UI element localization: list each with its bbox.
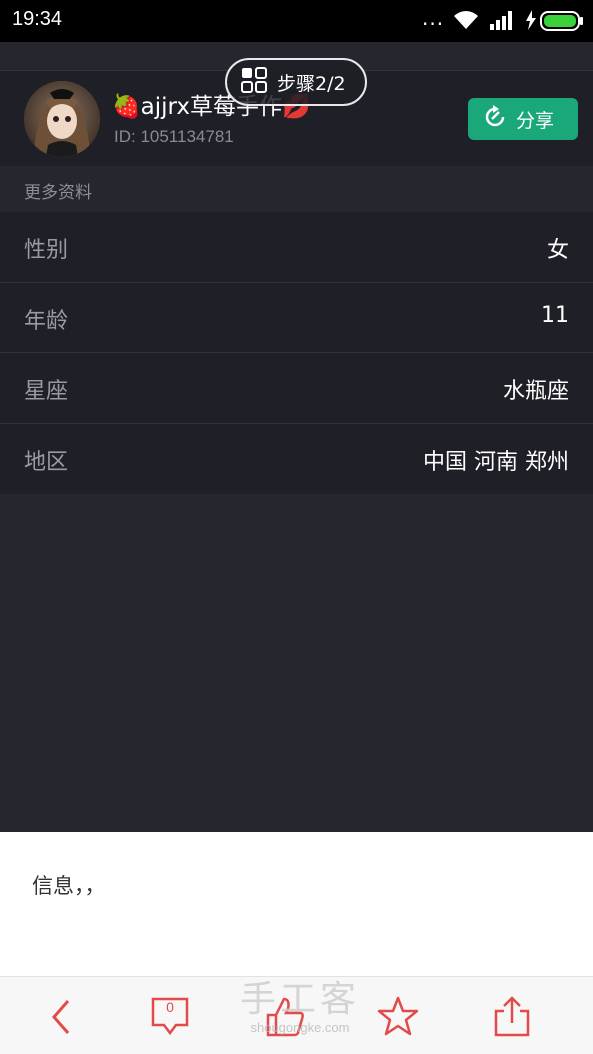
- comment-icon: [150, 997, 194, 1043]
- info-key: 年龄: [24, 308, 69, 334]
- bottom-toolbar: 0: [0, 976, 593, 1054]
- like-icon: [264, 997, 308, 1043]
- info-row-gender: 性别 女: [0, 212, 593, 283]
- grid-icon: [241, 66, 267, 98]
- info-row-age: 年龄 11: [0, 283, 593, 353]
- status-bar: 19:34 ...: [0, 0, 593, 42]
- info-value: 11: [541, 302, 569, 328]
- section-title: 更多资料: [24, 183, 92, 203]
- share-refresh-icon: [482, 104, 508, 135]
- info-list: 性别 女 年龄 11 星座 水瓶座 地区 中国 河南 郑州: [0, 212, 593, 494]
- favorite-icon: [376, 996, 420, 1043]
- comment-button[interactable]: 0: [150, 995, 194, 1039]
- info-value: 中国 河南 郑州: [423, 449, 569, 475]
- message-text: 信息，，: [32, 874, 106, 898]
- info-key: 性别: [24, 238, 69, 263]
- battery-icon: [540, 11, 584, 35]
- back-button[interactable]: [40, 995, 84, 1039]
- share-button[interactable]: 分享: [468, 98, 578, 140]
- like-button[interactable]: [264, 995, 308, 1039]
- share-toolbar-button[interactable]: [490, 995, 534, 1039]
- step-indicator[interactable]: 步骤2/2: [225, 58, 367, 106]
- info-row-zodiac: 星座 水瓶座: [0, 353, 593, 424]
- share-icon: [490, 996, 534, 1043]
- status-time: 19:34: [12, 8, 63, 30]
- profile-user-id: ID: 1051134781: [114, 127, 234, 146]
- message-panel: 信息，，: [0, 832, 593, 976]
- info-value: 女: [546, 238, 569, 263]
- signal-icon: [490, 10, 516, 34]
- share-button-label: 分享: [516, 109, 555, 132]
- avatar[interactable]: [24, 81, 100, 157]
- info-key: 地区: [24, 449, 69, 475]
- info-row-region: 地区 中国 河南 郑州: [0, 424, 593, 495]
- screen: 19:34 ... 🍓ajjrx草莓手作💋 ID: 1051134781 分享 …: [0, 0, 593, 1054]
- step-indicator-label: 步骤2/2: [277, 72, 346, 95]
- info-value: 水瓶座: [502, 379, 569, 404]
- back-icon: [40, 1000, 84, 1043]
- wifi-icon: [452, 9, 480, 35]
- favorite-button[interactable]: [376, 995, 420, 1039]
- status-dots: ...: [422, 6, 445, 30]
- charging-icon: [525, 10, 537, 34]
- comment-count: 0: [166, 999, 174, 1015]
- info-key: 星座: [24, 379, 69, 404]
